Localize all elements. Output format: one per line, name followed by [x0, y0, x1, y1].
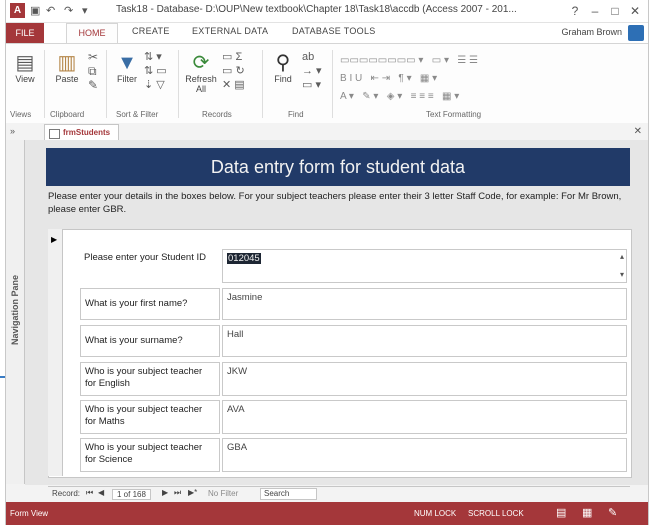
title-bar: A ▣ ↶ ↷ ▾ Task18 - Database- D:\OUP\New …: [6, 0, 648, 23]
paste-button[interactable]: ▥ Paste: [50, 52, 84, 84]
new-record-button[interactable]: ▶*: [188, 488, 197, 497]
group-label-find: Find: [288, 110, 304, 119]
student-id-value: 012045: [227, 253, 261, 264]
minimize-button[interactable]: –: [586, 3, 604, 19]
document-tabs: » frmStudents ✕: [6, 123, 648, 141]
first-name-label: What is your first name?: [80, 288, 220, 320]
close-form-icon[interactable]: ✕: [634, 126, 642, 137]
customize-qat-icon[interactable]: ▾: [82, 4, 88, 17]
surname-label: What is your surname?: [80, 325, 220, 357]
datasheet-view-icon: ▤: [15, 52, 35, 74]
form-instructions: Please enter your details in the boxes b…: [48, 191, 622, 215]
find-icons[interactable]: ab → ▾ ▭ ▾: [302, 50, 322, 92]
group-divider: [106, 50, 107, 118]
tab-frmstudents[interactable]: frmStudents: [44, 124, 120, 141]
record-icons[interactable]: ▭ Σ ▭ ↻ ✕ ▤: [222, 50, 245, 92]
tab-file[interactable]: FILE: [6, 23, 44, 43]
current-record-icon: ▶: [51, 235, 58, 244]
group-divider: [44, 50, 45, 118]
surname-field[interactable]: Hall: [222, 325, 627, 357]
group-divider: [178, 50, 179, 118]
search-input[interactable]: Search: [260, 488, 317, 500]
layout-view-icon[interactable]: ▦: [582, 506, 592, 519]
group-label-clipboard: Clipboard: [50, 110, 85, 119]
group-label-records: Records: [202, 110, 232, 119]
record-navigation-bar: Record: ⏮ ◀ 1 of 168 ▶ ⏭ ▶* No Filter Se…: [48, 486, 630, 501]
tab-external-data[interactable]: EXTERNAL DATA: [192, 26, 268, 36]
paste-label: Paste: [55, 74, 79, 84]
group-label-views: Views: [10, 110, 32, 119]
binoculars-icon: ⚲: [275, 52, 291, 74]
ribbon-body: ▤ View ▥ Paste ✂ ⧉ ✎ ▼ Filter ⇅ ▾ ⇅ ▭ ⇣ ▽ ⟳ …: [6, 43, 648, 125]
refresh-all-button[interactable]: ⟳ Refresh All: [184, 52, 218, 94]
navigation-pane-label: Navigation Pane: [10, 274, 20, 346]
view-label: View: [15, 74, 35, 84]
clipboard-icon: ▥: [57, 52, 77, 74]
access-window: A ▣ ↶ ↷ ▾ Task18 - Database- D:\OUP\New …: [6, 0, 648, 525]
group-label-text-formatting: Text Formatting: [426, 110, 482, 119]
num-lock-indicator: NUM LOCK: [414, 509, 457, 518]
window-title: Task18 - Database- D:\OUP\New textbook\C…: [116, 4, 517, 15]
status-bar: Form View NUM LOCK SCROLL LOCK ▤ ▦ ✎: [6, 502, 648, 525]
find-label: Find: [274, 74, 292, 84]
access-app-icon: A: [10, 3, 25, 18]
filter-label: Filter: [117, 74, 137, 84]
ribbon-tabs: FILE HOME CREATE EXTERNAL DATA DATABASE …: [6, 23, 648, 44]
student-id-label: Please enter your Student ID: [84, 252, 206, 263]
refresh-label: Refresh All: [185, 74, 217, 94]
first-record-button[interactable]: ⏮: [86, 488, 93, 498]
doc-tab-label: frmStudents: [63, 128, 111, 137]
next-record-button[interactable]: ▶: [162, 488, 168, 497]
close-button[interactable]: ✕: [626, 3, 644, 19]
record-selector[interactable]: ▶: [48, 229, 63, 476]
refresh-icon: ⟳: [192, 52, 210, 74]
funnel-icon: ▼: [117, 52, 137, 74]
help-button[interactable]: ?: [566, 3, 584, 19]
undo-icon[interactable]: ↶: [46, 4, 55, 17]
tab-home[interactable]: HOME: [66, 23, 118, 44]
no-filter-indicator[interactable]: No Filter: [208, 489, 238, 498]
filter-button[interactable]: ▼ Filter: [112, 52, 142, 84]
scroll-lock-indicator: SCROLL LOCK: [468, 509, 524, 518]
collapse-nav-pane-icon[interactable]: »: [10, 126, 15, 136]
last-record-button[interactable]: ⏭: [174, 488, 181, 498]
tab-create[interactable]: CREATE: [132, 26, 170, 36]
avatar[interactable]: [628, 25, 644, 41]
science-teacher-label: Who is your subject teacher for Science: [80, 438, 220, 472]
find-button[interactable]: ⚲ Find: [268, 52, 298, 84]
student-id-field[interactable]: 012045 ▴ ▾: [222, 249, 627, 283]
account-name[interactable]: Graham Brown: [561, 27, 622, 37]
sort-icons[interactable]: ⇅ ▾ ⇅ ▭ ⇣ ▽: [144, 50, 167, 92]
maths-teacher-field[interactable]: AVA: [222, 400, 627, 434]
record-label: Record:: [52, 489, 81, 498]
science-teacher-field[interactable]: GBA: [222, 438, 627, 472]
form-header: Data entry form for student data: [46, 148, 630, 186]
text-formatting-controls[interactable]: ▭▭▭▭▭▭▭▭ ▾ ▭ ▾ ☰ ☰ B I U ⇤ ⇥ ¶ ▾ ▦ ▾ A ▾ ✎…: [340, 52, 580, 102]
tab-database-tools[interactable]: DATABASE TOOLS: [292, 26, 376, 36]
english-teacher-field[interactable]: JKW: [222, 362, 627, 396]
redo-icon[interactable]: ↷: [64, 4, 73, 17]
maths-teacher-label: Who is your subject teacher for Maths: [80, 400, 220, 434]
english-teacher-label: Who is your subject teacher for English: [80, 362, 220, 396]
group-label-sort-filter: Sort & Filter: [116, 110, 159, 119]
restore-button[interactable]: □: [606, 3, 624, 19]
current-record-box[interactable]: 1 of 168: [112, 489, 151, 500]
form-view-icon[interactable]: ▤: [556, 506, 566, 519]
design-view-icon[interactable]: ✎: [608, 506, 617, 519]
group-divider: [332, 50, 333, 118]
view-mode-label: Form View: [10, 509, 49, 518]
group-divider: [262, 50, 263, 118]
navigation-pane[interactable]: Navigation Pane: [6, 140, 25, 484]
view-button[interactable]: ▤ View: [10, 52, 40, 84]
first-name-field[interactable]: Jasmine: [222, 288, 627, 320]
form-icon: [49, 129, 60, 139]
save-icon[interactable]: ▣: [30, 4, 40, 17]
scroll-arrows-icon[interactable]: ▴ ▾: [620, 252, 624, 279]
previous-record-button[interactable]: ◀: [98, 488, 104, 497]
cut-copy-icons[interactable]: ✂ ⧉ ✎: [88, 50, 98, 92]
